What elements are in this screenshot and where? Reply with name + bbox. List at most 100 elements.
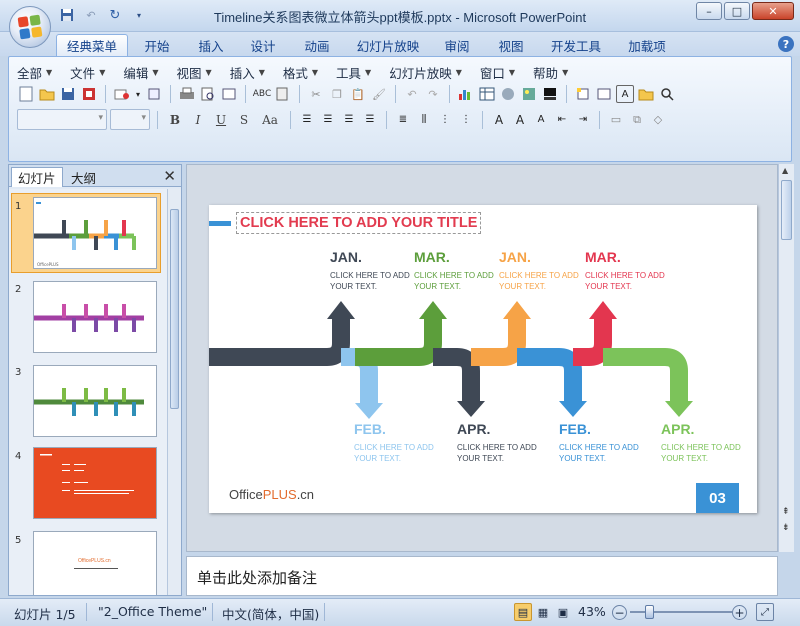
milestone-feb-1[interactable]: FEB. CLICK HERE TO ADD YOUR TEXT. [354,421,434,464]
search-icon[interactable] [658,85,676,103]
milestone-jan-1[interactable]: JAN. CLICK HERE TO ADD YOUR TEXT. [330,249,410,292]
slide-sorter-icon[interactable]: ▦ [534,603,552,621]
tab-view[interactable]: 视图 [494,34,528,56]
language-indicator[interactable]: 中文(简体，中国) [222,604,319,623]
normal-view-icon[interactable]: ▤ [514,603,532,621]
tab-addins[interactable]: 加载项 [624,34,670,56]
zoom-level[interactable]: 43% [578,604,606,619]
office-button[interactable] [9,6,51,48]
tab-outline[interactable]: 大纲 [65,167,102,187]
slide-thumbnail-5[interactable]: OfficePLUS.cn [33,531,157,595]
open-icon[interactable] [38,85,56,103]
cut-icon[interactable]: ✂ [307,85,325,103]
menu-help[interactable]: 帮助 ▼ [533,63,568,82]
slide-scrollbar[interactable]: ▲ ⇞ ⇟ [778,164,794,552]
grow-font-icon[interactable]: A [511,111,529,129]
tab-developer[interactable]: 开发工具 [546,34,606,56]
tab-design[interactable]: 设计 [246,34,280,56]
copy-icon[interactable]: ❐ [328,85,346,103]
tab-home[interactable]: 开始 [140,34,174,56]
notes-pane[interactable]: 单击此处添加备注 [186,556,778,596]
save-icon[interactable] [59,85,77,103]
change-case-button[interactable]: Aa [257,110,283,130]
shape-style-icon[interactable]: ◇ [649,111,667,129]
columns-icon[interactable]: ⫼ [415,111,433,129]
zoom-in-icon[interactable]: + [732,605,747,620]
scroll-up-icon[interactable]: ▲ [782,166,788,175]
italic-button[interactable]: I [188,110,208,130]
menu-insert[interactable]: 插入 ▼ [230,63,265,82]
align-center-icon[interactable]: ☰ [319,111,337,129]
arrange-icon[interactable]: ⧉ [628,111,646,129]
align-right-icon[interactable]: ☰ [340,111,358,129]
menu-edit[interactable]: 编辑 ▼ [123,63,158,82]
paste-icon[interactable]: 📋 [349,85,367,103]
menu-window[interactable]: 窗口 ▼ [480,63,515,82]
bold-button[interactable]: B [165,110,185,130]
print-icon[interactable] [178,85,196,103]
font-name-combo[interactable] [17,109,107,130]
justify-icon[interactable]: ☰ [361,111,379,129]
milestone-jan-2[interactable]: JAN. CLICK HERE TO ADD YOUR TEXT. [499,249,579,292]
print-preview-icon[interactable] [199,85,217,103]
increase-indent-icon[interactable]: ⇥ [574,111,592,129]
tab-slideshow[interactable]: 幻灯片放映 [352,34,424,56]
slide-canvas[interactable]: CLICK HERE TO ADD YOUR TITLE JAN. CLICK … [209,205,757,513]
layout-icon[interactable] [595,85,613,103]
scrollbar-thumb[interactable] [170,209,179,409]
chevron-down-icon[interactable]: ▾ [134,85,142,103]
table-icon[interactable] [478,85,496,103]
milestone-mar-1[interactable]: MAR. CLICK HERE TO ADD YOUR TEXT. [414,249,494,292]
tab-insert[interactable]: 插入 [194,34,228,56]
slide-thumbnail-3[interactable] [33,365,157,437]
new-icon[interactable] [17,85,35,103]
menu-tools[interactable]: 工具 ▼ [336,63,371,82]
research-icon[interactable] [274,85,292,103]
menu-slideshow[interactable]: 幻灯片放映 ▼ [389,63,462,82]
menu-view[interactable]: 视图 ▼ [177,63,212,82]
spelling-icon[interactable]: ABC [253,85,271,103]
undo-icon[interactable]: ↶ [403,85,421,103]
underline-button[interactable]: U [211,110,231,130]
chart-icon[interactable] [457,85,475,103]
decrease-indent-icon[interactable]: ⇤ [553,111,571,129]
slide-thumbnail-2[interactable] [33,281,157,353]
milestone-mar-2[interactable]: MAR. CLICK HERE TO ADD YOUR TEXT. [585,249,665,292]
font-color-icon[interactable]: A [490,111,508,129]
scrollbar-thumb[interactable] [781,180,792,240]
shrink-font-icon[interactable]: A [532,111,550,129]
clipart-icon[interactable] [499,85,517,103]
attach-icon[interactable] [145,85,163,103]
picture-icon[interactable] [520,85,538,103]
tab-animation[interactable]: 动画 [300,34,334,56]
slide-layout-icon[interactable] [220,85,238,103]
numbering-icon[interactable]: ⋮ [436,111,454,129]
milestone-apr-2[interactable]: APR. CLICK HERE TO ADD YOUR TEXT. [661,421,741,464]
milestone-feb-2[interactable]: FEB. CLICK HERE TO ADD YOUR TEXT. [559,421,639,464]
color-icon[interactable] [541,85,559,103]
tab-classic-menu[interactable]: 经典菜单 [56,34,128,56]
menu-all[interactable]: 全部 ▼ [17,63,52,82]
folder-icon[interactable] [637,85,655,103]
shapes-icon[interactable]: ▭ [607,111,625,129]
menu-format[interactable]: 格式 ▼ [283,63,318,82]
email-icon[interactable] [113,85,131,103]
menu-file[interactable]: 文件 ▼ [70,63,105,82]
shadow-button[interactable]: S [234,110,254,130]
zoom-slider-handle[interactable] [645,605,654,619]
font-size-combo[interactable] [110,109,150,130]
slide-thumbnail-4[interactable] [33,447,157,519]
tab-slides[interactable]: 幻灯片 [11,167,63,187]
format-painter-icon[interactable]: 🖌 [370,85,388,103]
line-spacing-icon[interactable]: ≣ [394,111,412,129]
zoom-out-icon[interactable]: − [612,605,627,620]
permission-icon[interactable] [80,85,98,103]
close-icon[interactable]: ✕ [163,167,176,185]
thumbnails-scrollbar[interactable] [167,189,181,595]
new-slide-icon[interactable] [574,85,592,103]
bullets-icon[interactable]: ⋮ [457,111,475,129]
help-icon[interactable]: ? [778,36,794,52]
maximize-button[interactable]: □ [724,2,750,20]
align-left-icon[interactable]: ☰ [298,111,316,129]
milestone-apr-1[interactable]: APR. CLICK HERE TO ADD YOUR TEXT. [457,421,537,464]
